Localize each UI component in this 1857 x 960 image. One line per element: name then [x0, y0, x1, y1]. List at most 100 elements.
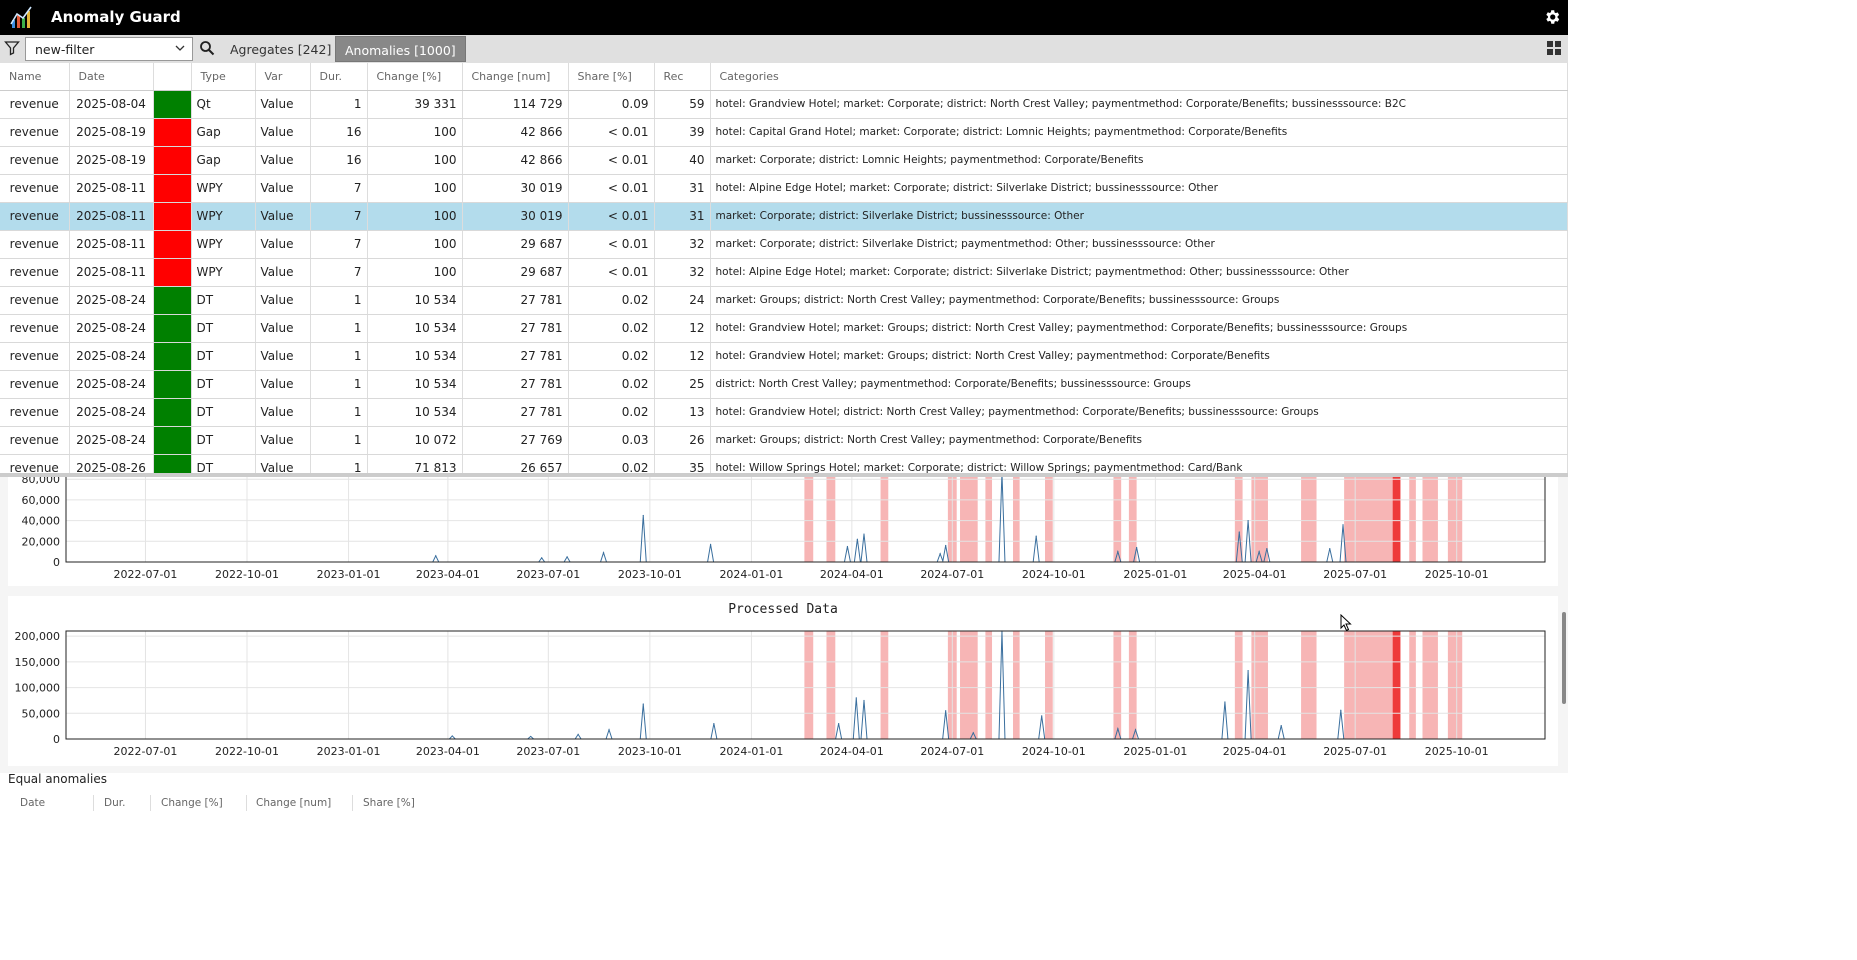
- data-point: [642, 703, 644, 705]
- cell-change-pct: 71 813: [367, 454, 463, 474]
- anomaly-band: [1013, 631, 1020, 739]
- cell-change-num: 27 769: [462, 426, 569, 455]
- raw-data-chart-panel: 0 20,000 40,000 60,000 80,000 2022-07-01 2022-…: [8, 472, 1558, 586]
- cell-date: 2025-08-24: [69, 398, 154, 427]
- col-header-change-pct[interactable]: Change [%]: [367, 63, 463, 91]
- cell-rec: 12: [654, 314, 711, 343]
- app-title: Anomaly Guard: [51, 8, 181, 26]
- data-point: [945, 710, 947, 712]
- col-header-rec[interactable]: Rec: [654, 63, 711, 91]
- cell-dur: 16: [310, 146, 368, 175]
- filter-select[interactable]: new-filter: [25, 37, 193, 61]
- eq-col-dur[interactable]: Dur.: [104, 797, 125, 809]
- table-row[interactable]: revenue 2025-08-26 DT Value 1 71 813 26 657 0.0…: [0, 454, 1568, 474]
- x-tick-label: 2022-10-01: [215, 745, 279, 758]
- cell-rec: 39: [654, 118, 711, 147]
- table-row[interactable]: revenue 2025-08-24 DT Value 1 10 534 27 781 0.0…: [0, 286, 1568, 315]
- data-point: [1342, 524, 1344, 526]
- cell-type: DT: [191, 398, 256, 427]
- cell-change-num: 27 781: [462, 286, 569, 315]
- cell-change-num: 30 019: [462, 202, 569, 231]
- col-header-change-num[interactable]: Change [num]: [462, 63, 569, 91]
- anomaly-band: [1128, 473, 1137, 562]
- data-point: [1238, 531, 1240, 533]
- eq-col-date[interactable]: Date: [20, 797, 45, 809]
- cell-type: Gap: [191, 146, 256, 175]
- table-row[interactable]: revenue 2025-08-24 DT Value 1 10 534 27 781 0.0…: [0, 342, 1568, 371]
- col-header-color[interactable]: [153, 63, 192, 91]
- cell-name: revenue: [0, 90, 70, 119]
- cell-dur: 7: [310, 258, 368, 287]
- col-header-categories[interactable]: Categories: [710, 63, 1568, 91]
- table-row[interactable]: revenue 2025-08-19 Gap Value 16 100 42 866 < 0.…: [0, 118, 1568, 147]
- cell-color: [153, 314, 192, 343]
- cell-color: [153, 426, 192, 455]
- x-tick-label: 2023-10-01: [618, 568, 682, 581]
- cell-dur: 1: [310, 90, 368, 119]
- eq-col-share[interactable]: Share [%]: [363, 797, 415, 809]
- eq-col-change-pct[interactable]: Change [%]: [161, 797, 223, 809]
- cell-share: < 0.01: [568, 118, 655, 147]
- x-tick-label: 2024-07-01: [920, 745, 984, 758]
- table-row[interactable]: revenue 2025-08-19 Gap Value 16 100 42 866 < 0.…: [0, 146, 1568, 175]
- data-point: [541, 557, 543, 559]
- col-header-date[interactable]: Date: [69, 63, 154, 91]
- cell-share: < 0.01: [568, 202, 655, 231]
- cell-dur: 1: [310, 426, 368, 455]
- anomaly-band: [1301, 631, 1317, 739]
- y-tick-label: 0: [53, 556, 60, 569]
- cell-share: < 0.01: [568, 230, 655, 259]
- col-header-type[interactable]: Type: [191, 63, 256, 91]
- col-header-var[interactable]: Var: [255, 63, 311, 91]
- data-point: [838, 722, 840, 725]
- x-tick-label: 2023-07-01: [516, 745, 580, 758]
- charts-scrollbar-thumb[interactable]: [1562, 612, 1566, 704]
- table-row[interactable]: revenue 2025-08-24 DT Value 1 10 534 27 781 0.0…: [0, 314, 1568, 343]
- table-row[interactable]: revenue 2025-08-24 DT Value 1 10 534 27 781 0.0…: [0, 398, 1568, 427]
- data-point: [1258, 551, 1260, 553]
- tab-aggregates[interactable]: Agregates [242]: [221, 36, 340, 62]
- y-tick-label: 20,000: [22, 535, 61, 548]
- table-row[interactable]: revenue 2025-08-11 WPY Value 7 100 29 687 < 0.0…: [0, 258, 1568, 287]
- table-row[interactable]: revenue 2025-08-24 DT Value 1 10 072 27 769 0.0…: [0, 426, 1568, 455]
- table-row[interactable]: revenue 2025-08-04 Qt Value 1 39 331 114 729 0.…: [0, 90, 1568, 119]
- cell-change-pct: 100: [367, 258, 463, 287]
- cell-dur: 1: [310, 342, 368, 371]
- cell-date: 2025-08-19: [69, 118, 154, 147]
- table-row[interactable]: revenue 2025-08-24 DT Value 1 10 534 27 781 0.0…: [0, 370, 1568, 399]
- cell-var: Value: [255, 286, 311, 315]
- anomaly-band: [1128, 631, 1137, 739]
- cell-change-pct: 39 331: [367, 90, 463, 119]
- cell-change-num: 27 781: [462, 398, 569, 427]
- cell-name: revenue: [0, 398, 70, 427]
- settings-gear-icon[interactable]: [1543, 8, 1561, 26]
- table-row[interactable]: revenue 2025-08-11 WPY Value 7 100 29 687 < 0.0…: [0, 230, 1568, 259]
- tab-anomalies[interactable]: Anomalies [1000]: [335, 36, 466, 62]
- layout-grid-icon[interactable]: [1546, 40, 1562, 56]
- app-logo-icon: [10, 6, 32, 28]
- data-point: [1134, 729, 1137, 731]
- col-header-share[interactable]: Share [%]: [568, 63, 655, 91]
- cell-share: 0.02: [568, 314, 655, 343]
- cell-color: [153, 342, 192, 371]
- data-point: [1117, 551, 1119, 553]
- data-point: [642, 514, 644, 517]
- table-row[interactable]: revenue 2025-08-11 WPY Value 7 100 30 019 < 0.0…: [0, 174, 1568, 203]
- col-header-dur[interactable]: Dur.: [310, 63, 368, 91]
- cell-name: revenue: [0, 286, 70, 315]
- toolbar: new-filter Agregates [242] Anomalies [10…: [0, 35, 1568, 63]
- data-point: [855, 697, 857, 699]
- col-header-name[interactable]: Name: [0, 63, 70, 91]
- anomaly-band: [880, 473, 889, 562]
- table-row[interactable]: revenue 2025-08-11 WPY Value 7 100 30 019 < 0.0…: [0, 202, 1568, 231]
- search-icon[interactable]: [199, 40, 215, 56]
- cell-type: WPY: [191, 174, 256, 203]
- cell-dur: 16: [310, 118, 368, 147]
- cell-color: [153, 370, 192, 399]
- eq-col-change-num[interactable]: Change [num]: [256, 797, 331, 809]
- cell-name: revenue: [0, 454, 70, 474]
- cell-rec: 31: [654, 202, 711, 231]
- cell-rec: 26: [654, 426, 711, 455]
- cell-change-num: 27 781: [462, 314, 569, 343]
- filter-icon[interactable]: [4, 40, 20, 56]
